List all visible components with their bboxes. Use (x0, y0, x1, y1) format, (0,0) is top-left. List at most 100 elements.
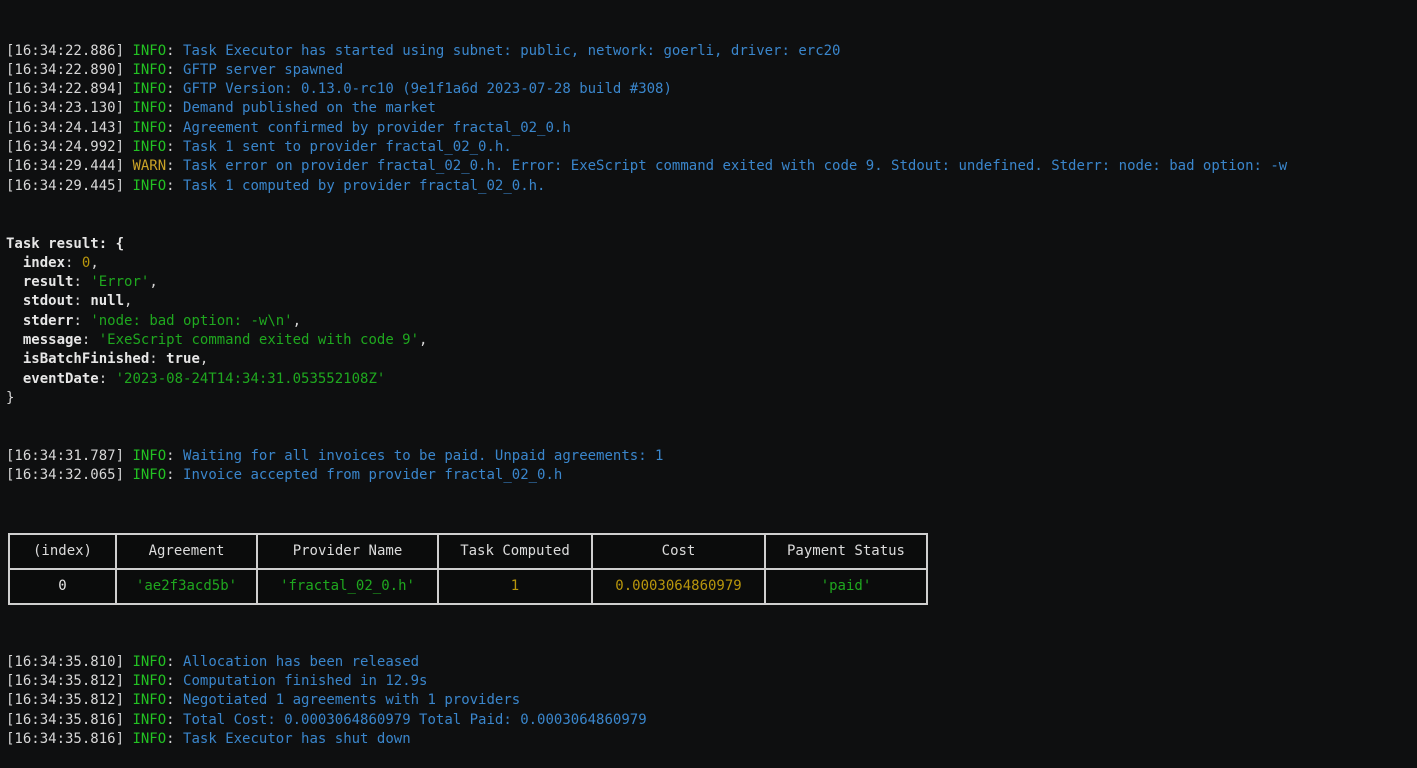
log-colon: : (166, 42, 175, 59)
task-result-value: true (166, 351, 200, 368)
table-cell: 'fractal_02_0.h' (256, 568, 439, 606)
log-colon: : (166, 100, 175, 117)
log-message: GFTP server spawned (183, 61, 344, 78)
table-cell: 1 (437, 568, 593, 606)
log-colon: : (166, 711, 175, 728)
table-cell: 0.0003064860979 (591, 568, 766, 606)
log-colon: : (166, 139, 175, 156)
log-timestamp: [16:34:24.992] (6, 139, 125, 156)
log-level-warn: WARN (132, 158, 167, 175)
log-colon: : (166, 61, 175, 78)
log-level-info: INFO (132, 81, 167, 98)
table-cell: 'paid' (764, 568, 928, 606)
task-result-colon: : (73, 312, 82, 329)
log-timestamp: [16:34:22.886] (6, 42, 125, 59)
table-header-cell: (index) (8, 533, 117, 571)
task-result-comma: , (90, 254, 99, 271)
task-result-comma: , (292, 312, 302, 329)
log-message: Task Executor has started using subnet: … (183, 42, 841, 59)
log-message: GFTP Version: 0.13.0-rc10 (9e1f1a6d 2023… (183, 81, 672, 98)
log-timestamp: [16:34:31.787] (6, 447, 125, 464)
table-header-cell: Cost (591, 533, 766, 571)
log-level-info: INFO (132, 672, 167, 689)
log-timestamp: [16:34:35.812] (6, 692, 125, 709)
log-line: [16:34:35.816] INFO: Task Executor has s… (6, 730, 1417, 749)
log-timestamp: [16:34:22.894] (6, 81, 125, 98)
log-line: [16:34:31.787] INFO: Waiting for all inv… (6, 447, 1417, 466)
log-message: Task 1 sent to provider fractal_02_0.h. (183, 139, 512, 156)
task-result-entry: isBatchFinished: true, (6, 350, 1417, 369)
log-line: [16:34:24.143] INFO: Agreement confirmed… (6, 119, 1417, 138)
log-message: Task Executor has shut down (183, 730, 411, 747)
log-line: [16:34:35.816] INFO: Total Cost: 0.00030… (6, 711, 1417, 730)
log-level-info: INFO (132, 692, 167, 709)
task-result-value: null (90, 293, 125, 310)
table-row: 0'ae2f3acd5b''fractal_02_0.h' 1 0.00030648… (8, 568, 928, 606)
log-colon: : (166, 653, 175, 670)
log-message: Negotiated 1 agreements with 1 providers (183, 692, 521, 709)
task-result-value: 'Error' (90, 274, 150, 291)
task-result-value: 'node: bad option: -w\n' (90, 312, 293, 329)
task-result-entry: eventDate: '2023-08-24T14:34:31.05355210… (6, 370, 1417, 389)
log-timestamp: [16:34:32.065] (6, 467, 125, 484)
summary-table-head: (index) Agreement Provider Name Task Comput… (8, 533, 928, 571)
summary-table: (index) Agreement Provider Name Task Comput… (8, 533, 928, 606)
task-result-comma: , (149, 274, 158, 291)
log-message: Task error on provider fractal_02_0.h. E… (183, 158, 1288, 175)
log-line: [16:34:29.444] WARN: Task error on provi… (6, 157, 1417, 176)
log-colon: : (166, 692, 175, 709)
log-message: Task 1 computed by provider fractal_02_0… (183, 177, 546, 194)
log-message: Computation finished in 12.9s (183, 672, 428, 689)
log-level-info: INFO (132, 730, 167, 747)
task-result-key: result (22, 274, 74, 291)
table-cell: 0 (8, 568, 117, 606)
table-header-cell: Agreement (115, 533, 258, 571)
table-header-cell: Payment Status (764, 533, 928, 571)
log-colon: : (166, 119, 175, 136)
task-result-entry: index: 0, (6, 254, 1417, 273)
log-level-info: INFO (132, 711, 167, 728)
task-result-footer: } (6, 389, 1417, 408)
task-result-key: eventDate (22, 370, 99, 387)
log-colon: : (166, 81, 175, 98)
task-result-comma: , (199, 351, 209, 368)
task-result-key: stdout (22, 293, 74, 310)
log-level-info: INFO (132, 653, 167, 670)
log-colon: : (166, 158, 175, 175)
log-timestamp: [16:34:24.143] (6, 119, 125, 136)
task-result-key: index (22, 254, 66, 271)
log-line: [16:34:22.894] INFO: GFTP Version: 0.13.… (6, 80, 1417, 99)
log-colon: : (166, 730, 175, 747)
log-line: [16:34:32.065] INFO: Invoice accepted fr… (6, 466, 1417, 485)
log-level-info: INFO (132, 42, 167, 59)
task-result-header: Task result: { (6, 235, 1417, 254)
log-timestamp: [16:34:35.810] (6, 653, 125, 670)
log-level-info: INFO (132, 467, 167, 484)
task-result-value: '2023-08-24T14:34:31.053552108Z' (115, 370, 386, 387)
log-line: [16:34:35.812] INFO: Negotiated 1 agreem… (6, 691, 1417, 710)
summary-table-body: 0'ae2f3acd5b''fractal_02_0.h' 1 0.00030648… (8, 568, 928, 606)
log-line: [16:34:23.130] INFO: Demand published on… (6, 99, 1417, 118)
task-result-footer-text: } (6, 389, 15, 406)
task-result-key: isBatchFinished (22, 351, 150, 368)
log-line: [16:34:35.810] INFO: Allocation has been… (6, 653, 1417, 672)
task-result-colon: : (81, 332, 91, 349)
table-header-cell: Task Computed (437, 533, 593, 571)
task-result-key: message (22, 332, 82, 349)
log-colon: : (166, 447, 175, 464)
log-timestamp: [16:34:35.812] (6, 672, 125, 689)
log-section-head: [16:34:22.886] INFO: Task Executor has s… (6, 42, 1417, 196)
log-message: Agreement confirmed by provider fractal_… (183, 119, 571, 136)
log-colon: : (166, 672, 175, 689)
log-line: [16:34:24.992] INFO: Task 1 sent to prov… (6, 138, 1417, 157)
task-result-value: 'ExeScript command exited with code 9' (98, 332, 420, 349)
task-result-object: Task result: { index: 0, result: 'Error'… (6, 235, 1417, 409)
task-result-comma: , (124, 293, 133, 310)
table-cell: 'ae2f3acd5b' (115, 568, 258, 606)
log-message: Invoice accepted from provider fractal_0… (183, 467, 563, 484)
log-timestamp: [16:34:29.445] (6, 177, 125, 194)
log-message: Allocation has been released (183, 653, 420, 670)
log-message: Waiting for all invoices to be paid. Unp… (183, 447, 664, 464)
log-line: [16:34:35.812] INFO: Computation finishe… (6, 672, 1417, 691)
log-section-mid: [16:34:31.787] INFO: Waiting for all inv… (6, 447, 1417, 486)
